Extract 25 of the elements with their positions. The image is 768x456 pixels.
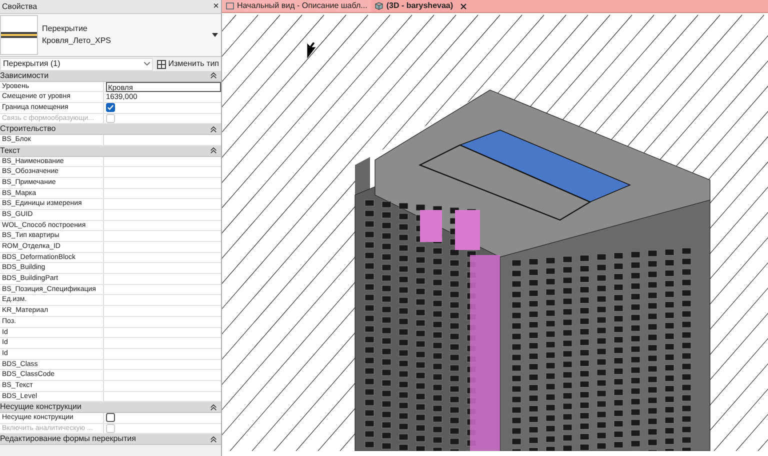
collapse-icon[interactable] (210, 404, 217, 411)
collapse-icon[interactable] (210, 147, 217, 154)
view-tab[interactable]: Начальный вид - Описание шабл... (222, 0, 372, 12)
group-header[interactable]: Зависимости (0, 71, 221, 82)
group-header[interactable]: Несущие конструкции (0, 402, 221, 413)
group-header[interactable]: Текст (0, 146, 221, 156)
checkbox[interactable] (106, 103, 115, 112)
collapse-icon[interactable] (210, 72, 217, 80)
group-header[interactable]: Редактирование формы перекрытия (0, 434, 221, 446)
cube-icon (375, 2, 384, 10)
type-family: Перекрытие (42, 23, 88, 35)
chevron-down-icon (144, 62, 150, 66)
window-icon (226, 2, 234, 10)
close-icon[interactable] (460, 2, 468, 10)
collapse-icon[interactable] (210, 126, 217, 133)
edit-type-button[interactable]: Изменить тип (155, 58, 221, 70)
panel-title: Свойства (2, 0, 38, 12)
collapse-icon[interactable] (210, 436, 217, 443)
type-name: Кровля_Лето_XPS (42, 35, 112, 47)
checkbox[interactable] (106, 413, 115, 422)
grid-icon (157, 60, 166, 68)
close-button[interactable]: × (213, 2, 219, 12)
dropdown-arrow-icon[interactable] (212, 33, 218, 37)
group-header[interactable]: Строительство (0, 124, 221, 136)
instance-selector[interactable]: Перекрытия (1) (0, 58, 154, 70)
